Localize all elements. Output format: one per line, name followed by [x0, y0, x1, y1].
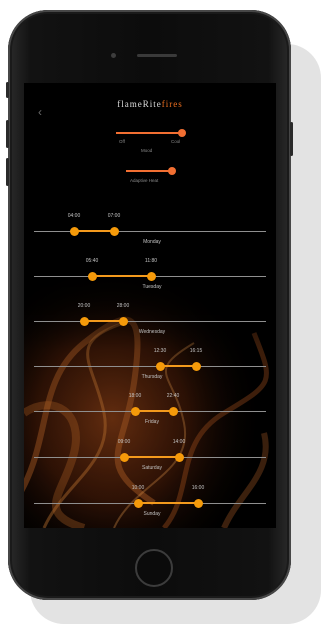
end-time-label: 16:00 — [191, 485, 205, 491]
active-time-range — [138, 502, 198, 504]
earpiece-speaker — [137, 54, 177, 57]
end-time-label: 07:00 — [107, 213, 121, 219]
mood-caption: Mood — [141, 148, 153, 153]
day-label: Sunday — [143, 511, 161, 517]
app-logo: flameRitefires — [24, 99, 276, 109]
app-screen: ‹ flameRitefires Off Cool Mood Adaptive … — [24, 83, 276, 528]
logo-primary-text: flameRite — [117, 99, 162, 109]
day-schedule-track[interactable] — [34, 456, 266, 458]
day-label: Tuesday — [142, 284, 162, 290]
mute-switch — [6, 82, 9, 98]
start-time-handle[interactable] — [130, 407, 140, 416]
day-label: Friday — [145, 419, 159, 425]
front-camera — [111, 53, 116, 58]
adaptive-heat-label: Adaptive Heat — [130, 178, 159, 183]
end-time-handle[interactable] — [168, 407, 178, 416]
volume-down-button — [6, 158, 9, 186]
adaptive-heat-slider[interactable] — [126, 167, 176, 175]
day-schedule-track[interactable] — [34, 365, 266, 367]
start-time-handle[interactable] — [87, 272, 97, 281]
start-time-label: 20:00 — [77, 303, 91, 309]
adaptive-heat-slider-fill — [126, 170, 172, 172]
start-time-handle[interactable] — [69, 227, 79, 236]
active-time-range — [160, 365, 196, 367]
end-time-handle[interactable] — [109, 227, 119, 236]
start-time-label: 18:00 — [128, 393, 142, 399]
mood-slider-knob[interactable] — [178, 129, 186, 137]
end-time-handle[interactable] — [191, 362, 201, 371]
day-schedule-track[interactable] — [34, 410, 266, 412]
active-time-range — [84, 320, 123, 322]
start-time-label: 04:00 — [67, 213, 81, 219]
end-time-label: 16:15 — [189, 348, 203, 354]
mood-slider[interactable] — [116, 129, 186, 137]
end-time-label: 28:00 — [116, 303, 130, 309]
day-schedule-track[interactable] — [34, 230, 266, 232]
logo-accent-text: fires — [161, 99, 183, 109]
mood-on-label: Cool — [171, 139, 181, 144]
end-time-handle[interactable] — [118, 317, 128, 326]
end-time-label: 14:00 — [172, 439, 186, 445]
mood-slider-fill — [116, 132, 182, 134]
day-label: Wednesday — [138, 329, 166, 335]
volume-up-button — [6, 120, 9, 148]
home-button[interactable] — [135, 549, 173, 587]
adaptive-heat-slider-knob[interactable] — [168, 167, 176, 175]
active-time-range — [74, 230, 114, 232]
active-time-range — [124, 456, 179, 458]
start-time-handle[interactable] — [133, 499, 143, 508]
end-time-handle[interactable] — [174, 453, 184, 462]
start-time-label: 05:40 — [85, 258, 99, 264]
day-label: Saturday — [141, 465, 162, 471]
end-time-handle[interactable] — [146, 272, 156, 281]
start-time-label: 10:00 — [131, 485, 145, 491]
active-time-range — [135, 410, 173, 412]
end-time-handle[interactable] — [193, 499, 203, 508]
start-time-label: 12:30 — [153, 348, 167, 354]
day-schedule-track[interactable] — [34, 320, 266, 322]
active-time-range — [92, 275, 151, 277]
day-label: Monday — [143, 239, 161, 245]
mood-off-label: Off — [119, 139, 125, 144]
end-time-label: 22:40 — [166, 393, 180, 399]
start-time-handle[interactable] — [79, 317, 89, 326]
start-time-handle[interactable] — [155, 362, 165, 371]
start-time-label: 09:00 — [117, 439, 131, 445]
power-button — [290, 122, 293, 156]
day-schedule-track[interactable] — [34, 502, 266, 504]
start-time-handle[interactable] — [119, 453, 129, 462]
end-time-label: 11:80 — [144, 258, 158, 264]
day-label: Thursday — [141, 374, 163, 380]
